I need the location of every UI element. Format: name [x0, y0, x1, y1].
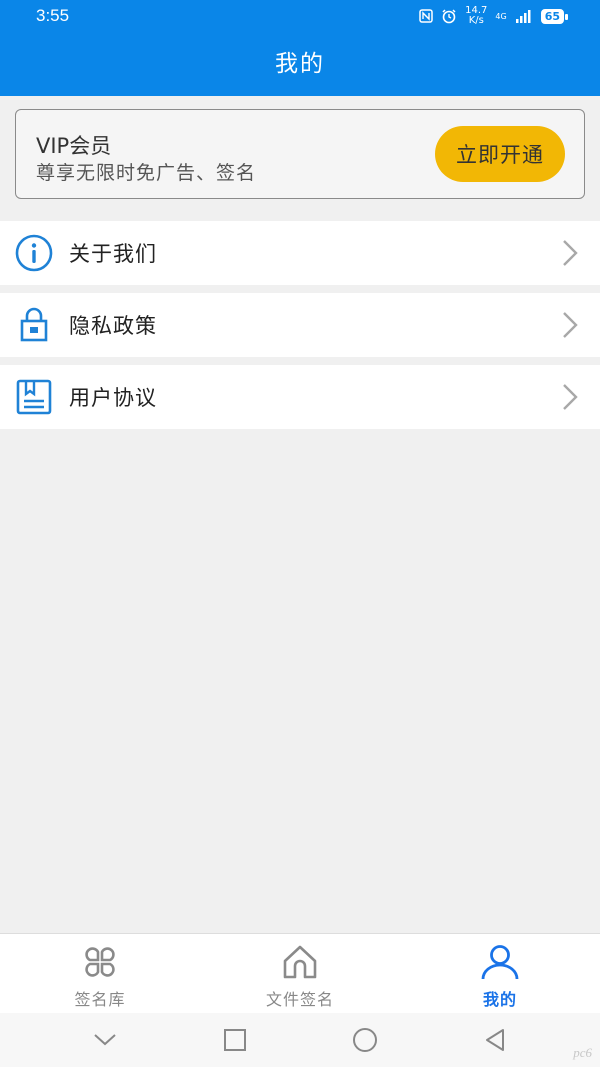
status-bar: 3:55 14.7 K/s 4G 65: [0, 0, 600, 32]
nav-back-button[interactable]: [480, 1025, 510, 1055]
menu-item-label: 用户协议: [69, 386, 157, 410]
bottom-tab-bar: 签名库 文件签名 我的: [0, 933, 600, 1013]
chevron-down-icon: [94, 1034, 116, 1046]
alarm-icon: [442, 9, 456, 24]
system-nav-bar: pc6: [0, 1013, 600, 1067]
status-icons: 14.7 K/s 4G 65: [419, 6, 569, 26]
status-time: 3:55: [36, 6, 70, 25]
menu-item-label: 关于我们: [69, 242, 157, 266]
tab-file-signature[interactable]: 文件签名: [200, 934, 400, 1013]
nav-home-button[interactable]: [350, 1025, 380, 1055]
tab-label: 文件签名: [265, 990, 334, 1009]
vip-card: VIP会员 尊享无限时免广告、签名 立即开通: [15, 109, 585, 199]
nfc-icon: [419, 9, 433, 23]
home-icon: [280, 942, 320, 982]
nav-recents-button[interactable]: [220, 1025, 250, 1055]
nav-collapse-button[interactable]: [90, 1025, 120, 1055]
battery-indicator: 65: [540, 8, 569, 24]
vip-description: 尊享无限时免广告、签名: [36, 162, 257, 184]
menu-item-privacy-policy[interactable]: 隐私政策: [0, 293, 600, 357]
circle-icon: [353, 1028, 377, 1052]
chevron-right-icon: [563, 240, 578, 266]
watermark: pc6: [573, 1045, 592, 1060]
grid-icon: [80, 942, 120, 982]
back-triangle-icon: [486, 1029, 504, 1051]
chevron-right-icon: [563, 384, 578, 410]
net-speed-unit: K/s: [468, 15, 484, 26]
tab-label: 签名库: [74, 990, 126, 1009]
menu-item-label: 隐私政策: [69, 314, 157, 338]
signal-icon: [515, 10, 531, 23]
tab-label: 我的: [482, 990, 517, 1009]
chevron-right-icon: [563, 312, 578, 338]
signal-type: 4G: [495, 11, 507, 21]
square-icon: [224, 1029, 246, 1051]
app-header: 3:55 14.7 K/s 4G 65 我的: [0, 0, 600, 96]
network-speed: 14.7 K/s: [465, 6, 487, 26]
vip-activate-button[interactable]: 立即开通: [435, 126, 565, 182]
tab-signature-library[interactable]: 签名库: [0, 934, 200, 1013]
info-icon: [14, 233, 54, 273]
vip-title: VIP会员: [36, 134, 112, 158]
menu-item-user-agreement[interactable]: 用户协议: [0, 365, 600, 429]
menu-item-about-us[interactable]: 关于我们: [0, 221, 600, 285]
page-title: 我的: [275, 51, 325, 77]
lock-icon: [14, 305, 54, 345]
user-icon: [480, 942, 520, 982]
tab-mine[interactable]: 我的: [400, 934, 600, 1013]
document-icon: [14, 377, 54, 417]
